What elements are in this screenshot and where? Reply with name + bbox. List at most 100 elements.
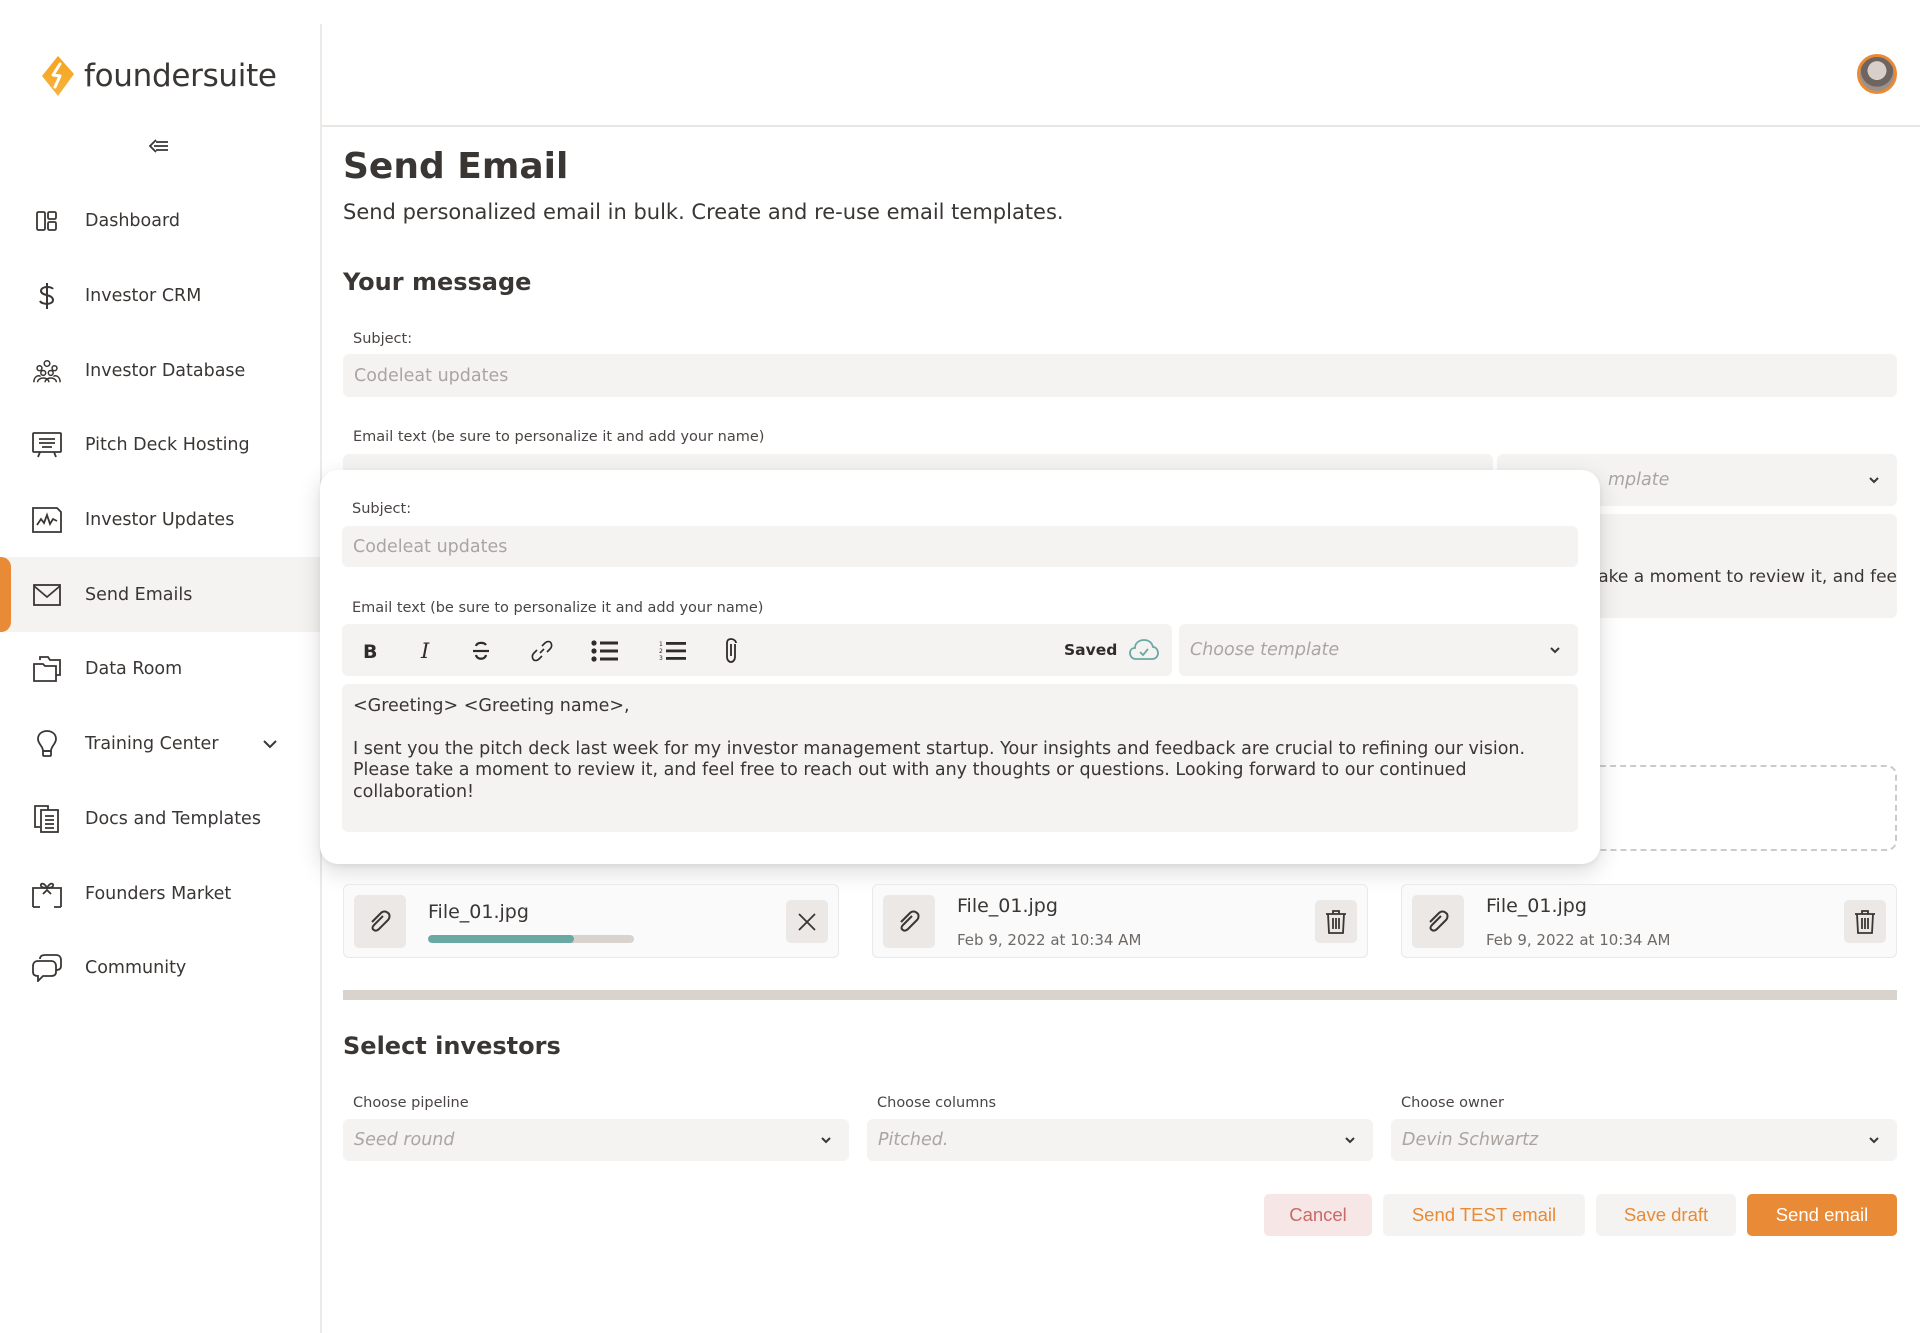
sidebar-item-investor-updates[interactable]: Investor Updates [0, 483, 320, 558]
owner-select[interactable]: Devin Schwartz [1391, 1119, 1897, 1161]
owner-value: Devin Schwartz [1402, 1130, 1539, 1150]
brand-logo[interactable]: foundersuite [40, 54, 277, 98]
pipeline-select[interactable]: Seed round [343, 1119, 849, 1161]
pipeline-value: Seed round [354, 1130, 455, 1150]
save-draft-button[interactable]: Save draft [1596, 1194, 1736, 1236]
page-title: Send Email [343, 146, 569, 187]
svg-text:3: 3 [659, 655, 663, 662]
trash-icon [1326, 909, 1346, 934]
sidebar-item-label: Investor CRM [85, 286, 202, 307]
paperclip-icon [900, 910, 920, 932]
chevron-down-icon [1869, 477, 1879, 484]
saved-label: Saved [1064, 641, 1118, 659]
sidebar-item-send-emails[interactable]: Send Emails [0, 557, 320, 633]
file-card: File_01.jpg Feb 9, 2022 at 10:34 AM [872, 884, 1368, 958]
chevron-down-icon [1869, 1137, 1879, 1144]
file-dropzone[interactable] [1560, 765, 1897, 851]
sidebar-item-investor-crm[interactable]: Investor CRM [0, 259, 320, 334]
sidebar-item-label: Training Center [85, 734, 219, 755]
email-text-label: Email text (be sure to personalize it an… [353, 429, 765, 445]
file-name: File_01.jpg [428, 901, 529, 923]
subject-label: Subject: [353, 331, 413, 347]
bold-button[interactable]: B [356, 637, 384, 665]
template-placeholder-partial: mplate [1608, 470, 1670, 490]
attach-file-button[interactable] [718, 637, 746, 665]
strikethrough-icon [473, 641, 489, 660]
svg-text:I: I [420, 640, 430, 662]
sidebar-item-data-room[interactable]: Data Room [0, 632, 320, 707]
link-button[interactable] [528, 637, 556, 665]
file-card-uploading: File_01.jpg [343, 884, 839, 958]
svg-text:1: 1 [659, 641, 663, 648]
sidebar-item-dashboard[interactable]: Dashboard [0, 184, 320, 259]
chat-bubbles-icon [32, 953, 62, 983]
select-investors-heading: Select investors [343, 1032, 561, 1060]
sidebar-item-investor-database[interactable]: Investor Database [0, 333, 320, 408]
presentation-icon [32, 430, 62, 460]
user-avatar[interactable] [1857, 54, 1897, 94]
cancel-upload-button[interactable] [786, 900, 828, 943]
page-subtitle: Send personalized email in bulk. Create … [343, 200, 1064, 224]
sidebar-item-label: Founders Market [85, 883, 232, 904]
send-test-email-button[interactable]: Send TEST email [1383, 1194, 1585, 1236]
sidebar-item-label: Pitch Deck Hosting [85, 435, 250, 456]
file-card: File_01.jpg Feb 9, 2022 at 10:34 AM [1401, 884, 1897, 958]
sidebar-item-label: Dashboard [85, 211, 180, 232]
header-divider [322, 125, 1920, 127]
choose-template-placeholder: Choose template [1190, 640, 1340, 660]
cancel-button[interactable]: Cancel [1264, 1194, 1372, 1236]
svg-text:B: B [363, 641, 377, 661]
delete-file-button[interactable] [1844, 900, 1886, 943]
strikethrough-button[interactable] [467, 637, 495, 665]
numbered-list-icon: 123 [659, 641, 686, 662]
email-body-partial: ake a moment to review it, and fee [1598, 567, 1897, 587]
sidebar-item-label: Investor Database [85, 360, 246, 381]
sidebar-item-founders-market[interactable]: Founders Market [0, 856, 320, 931]
your-message-heading: Your message [343, 268, 532, 296]
sidebar-item-docs-and-templates[interactable]: Docs and Templates [0, 782, 320, 857]
email-greeting: <Greeting> <Greeting name>, [353, 696, 630, 716]
email-body-editor[interactable]: <Greeting> <Greeting name>, I sent you t… [342, 684, 1578, 832]
envelope-icon [32, 580, 62, 610]
subject-value: Codeleat updates [354, 365, 509, 386]
sidebar-item-label: Investor Updates [85, 510, 235, 531]
sidebar-item-community[interactable]: Community [0, 931, 320, 1006]
chevron-down-icon[interactable] [260, 734, 280, 754]
send-email-button[interactable]: Send email [1747, 1194, 1897, 1236]
sidebar: foundersuite Dashboard Investor CRM Inve… [0, 0, 320, 1333]
saved-status: Saved [1064, 639, 1160, 661]
file-attachment-tile [354, 895, 406, 948]
sidebar-item-pitch-deck-hosting[interactable]: Pitch Deck Hosting [0, 408, 320, 483]
upload-progress-bar [428, 935, 634, 943]
sidebar-item-training-center[interactable]: Training Center [0, 707, 320, 782]
paperclip-icon [726, 638, 737, 663]
gift-icon [32, 879, 62, 909]
documents-icon [32, 804, 62, 834]
folders-icon [32, 654, 62, 684]
lightbulb-icon [32, 729, 62, 759]
link-icon [531, 640, 553, 662]
delete-file-button[interactable] [1315, 900, 1357, 943]
file-attachment-tile [883, 895, 935, 948]
file-name: File_01.jpg [957, 895, 1058, 917]
italic-button[interactable]: I [412, 637, 440, 665]
file-attachment-tile [1412, 895, 1464, 948]
sidebar-item-label: Data Room [85, 659, 183, 680]
owner-label: Choose owner [1401, 1095, 1504, 1111]
columns-select[interactable]: Pitched. [867, 1119, 1373, 1161]
svg-text:2: 2 [659, 648, 663, 655]
choose-template-select[interactable]: Choose template [1179, 624, 1578, 676]
collapse-sidebar-button[interactable] [146, 134, 174, 158]
subject-input[interactable]: Codeleat updates [343, 354, 1897, 397]
file-date: Feb 9, 2022 at 10:34 AM [1486, 931, 1671, 949]
popup-subject-input[interactable]: Codeleat updates [342, 526, 1578, 567]
cloud-check-icon [1129, 639, 1160, 660]
chevron-down-icon [821, 1137, 831, 1144]
numbered-list-button[interactable]: 123 [657, 637, 689, 665]
upload-progress-fill [428, 935, 575, 943]
columns-value: Pitched. [878, 1130, 949, 1150]
chevron-down-icon [1345, 1137, 1355, 1144]
bullet-list-button[interactable] [589, 637, 621, 665]
bullet-list-icon [591, 640, 618, 662]
popup-subject-label: Subject: [352, 501, 412, 517]
